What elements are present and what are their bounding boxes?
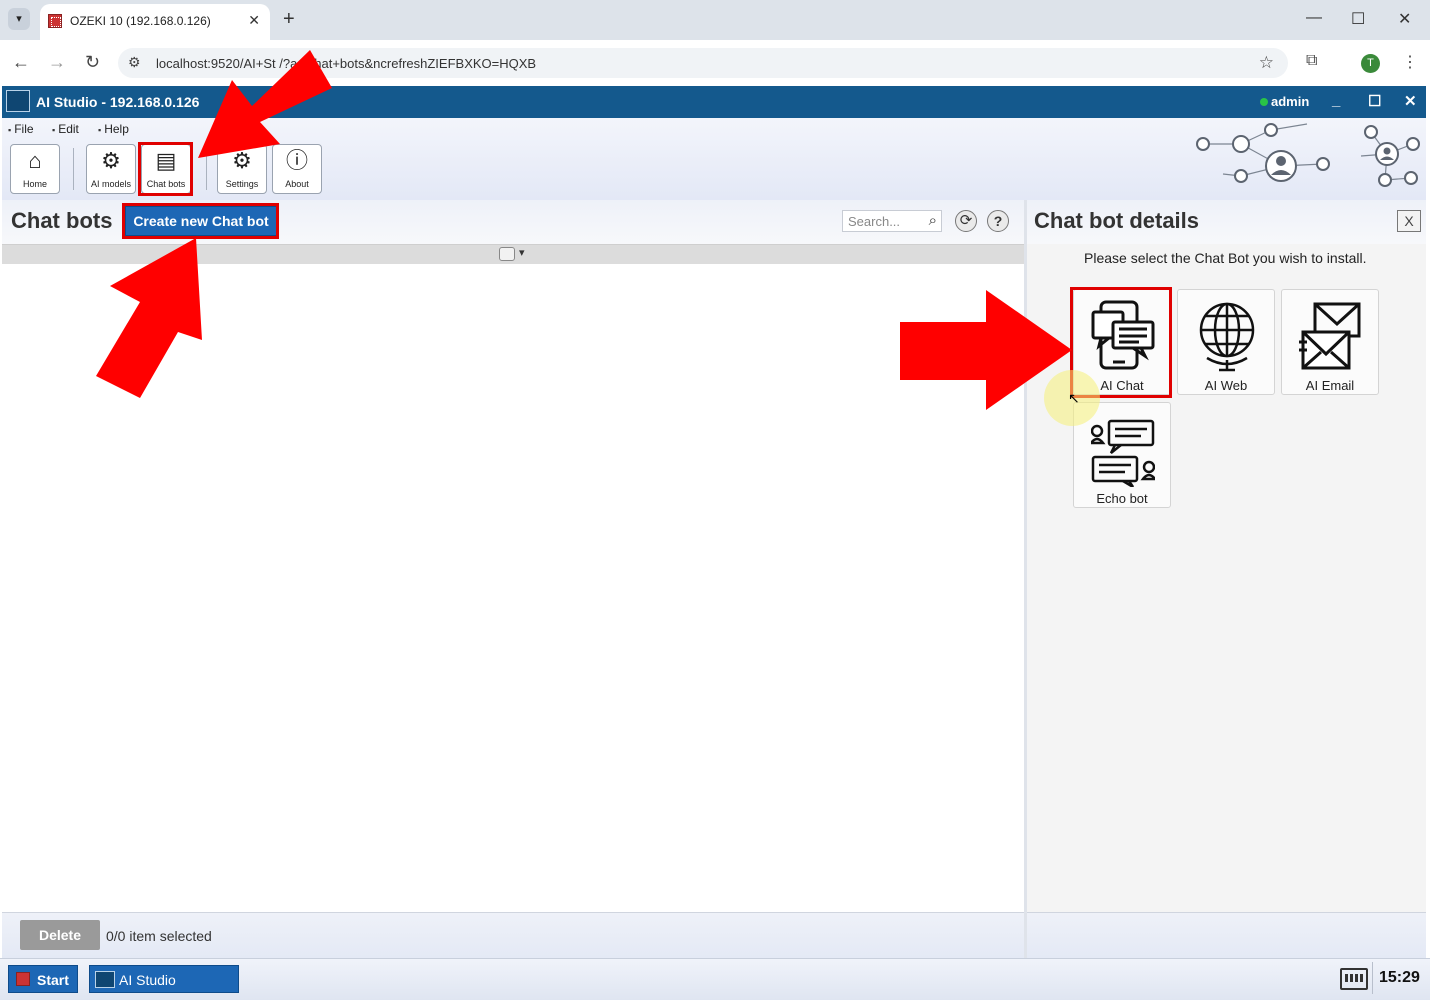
keyboard-icon[interactable] bbox=[1340, 968, 1368, 990]
profile-avatar[interactable]: T bbox=[1361, 54, 1380, 73]
reload-icon[interactable]: ↻ bbox=[85, 52, 100, 73]
clock: 15:29 bbox=[1379, 969, 1420, 986]
menu-file[interactable]: File bbox=[8, 122, 33, 136]
toolbar-about-label: About bbox=[285, 179, 309, 189]
create-button-highlight-box bbox=[122, 203, 279, 239]
bot-card-label: Echo bot bbox=[1096, 491, 1148, 506]
ai-studio-taskbar-icon bbox=[95, 971, 115, 988]
menu-edit[interactable]: Edit bbox=[52, 122, 79, 136]
toolbar-home-label: Home bbox=[22, 179, 47, 189]
site-settings-icon[interactable]: ⚙ bbox=[128, 54, 141, 71]
app-title: AI Studio - 192.168.0.126 bbox=[36, 94, 200, 110]
ozeki-logo-icon bbox=[16, 972, 30, 986]
app-close-button[interactable]: ✕ bbox=[1404, 92, 1417, 110]
chevron-down-icon[interactable]: ▾ bbox=[519, 246, 525, 259]
details-title: Chat bot details bbox=[1034, 208, 1200, 233]
search-placeholder: Search... bbox=[848, 214, 901, 229]
tab-search-chevron-icon[interactable]: ▾ bbox=[8, 8, 30, 30]
new-tab-button[interactable]: + bbox=[283, 8, 295, 31]
ai-studio-logo-icon bbox=[6, 90, 30, 112]
app-minimize-button[interactable]: _ bbox=[1332, 92, 1340, 109]
taskbar-separator bbox=[1372, 962, 1373, 994]
arrow-to-ai-chat-icon bbox=[900, 290, 1072, 410]
ozeki-favicon-icon bbox=[48, 14, 62, 28]
help-icon[interactable]: ? bbox=[987, 210, 1009, 232]
forward-arrow-icon[interactable]: → bbox=[48, 52, 66, 73]
browser-tab[interactable]: OZEKI 10 (192.168.0.126) ✕ bbox=[40, 4, 270, 40]
bot-card-ai-web[interactable]: AI Web bbox=[1177, 289, 1275, 395]
toolbar-ai-models-button[interactable]: ⚙ AI models bbox=[86, 144, 136, 194]
arrow-to-chat-bots-icon bbox=[198, 50, 332, 158]
arrow-to-create-button-icon bbox=[96, 238, 202, 398]
install-hint: Please select the Chat Bot you wish to i… bbox=[1084, 250, 1367, 266]
start-label: Start bbox=[37, 972, 69, 988]
toolbar-ai-models-label: AI models bbox=[90, 179, 132, 189]
delete-button[interactable]: Delete bbox=[20, 920, 100, 950]
window-minimize-button[interactable]: — bbox=[1306, 9, 1322, 27]
tab-title: OZEKI 10 (192.168.0.126) bbox=[70, 14, 211, 28]
browser-tab-bar: ▾ OZEKI 10 (192.168.0.126) ✕ + — ☐ ✕ bbox=[0, 0, 1430, 40]
network-people-decoration-icon bbox=[1196, 123, 1420, 187]
app-maximize-button[interactable]: ☐ bbox=[1368, 92, 1381, 110]
menu-help[interactable]: Help bbox=[98, 122, 129, 136]
selection-status: 0/0 item selected bbox=[106, 928, 212, 944]
close-details-button[interactable]: X bbox=[1397, 210, 1421, 232]
bot-card-ai-email[interactable]: AI Email bbox=[1281, 289, 1379, 395]
details-footer bbox=[1027, 912, 1426, 958]
toolbar-home-button[interactable]: ⌂ Home bbox=[10, 144, 60, 194]
window-close-button[interactable]: ✕ bbox=[1398, 9, 1411, 29]
search-icon[interactable]: ⌕ bbox=[929, 212, 937, 229]
refresh-icon[interactable]: ⟳ bbox=[955, 210, 977, 232]
home-icon: ⌂ bbox=[28, 148, 42, 173]
user-label[interactable]: admin bbox=[1271, 94, 1309, 109]
window-maximize-button[interactable]: ☐ bbox=[1351, 9, 1365, 29]
online-status-icon bbox=[1260, 98, 1268, 106]
back-arrow-icon[interactable]: ← bbox=[12, 52, 30, 73]
toolbar-settings-label: Settings bbox=[225, 179, 259, 189]
extensions-puzzle-icon[interactable]: ⧉ bbox=[1306, 52, 1317, 70]
taskbar-app-label: AI Studio bbox=[119, 972, 176, 988]
tab-close-icon[interactable]: ✕ bbox=[248, 12, 260, 29]
email-icon bbox=[1299, 302, 1361, 370]
gear-brain-icon: ⚙ bbox=[101, 148, 121, 173]
toolbar-separator bbox=[73, 148, 74, 190]
bot-card-label: AI Email bbox=[1305, 378, 1355, 393]
globe-icon bbox=[1199, 302, 1255, 372]
echo-bot-icon bbox=[1091, 419, 1155, 487]
browser-menu-icon[interactable]: ⋮ bbox=[1402, 52, 1418, 72]
start-button[interactable]: Start bbox=[8, 965, 78, 993]
page-title: Chat bots bbox=[11, 208, 113, 233]
select-all-checkbox[interactable] bbox=[499, 247, 515, 261]
search-input[interactable]: Search... ⌕ bbox=[842, 210, 942, 232]
chat-bot-details-title-bar: Chat bot details bbox=[1027, 200, 1426, 244]
bot-card-label: AI Web bbox=[1204, 378, 1248, 393]
bookmark-star-icon[interactable]: ☆ bbox=[1259, 53, 1274, 73]
chat-bots-highlight-box bbox=[138, 142, 193, 196]
taskbar-ai-studio-button[interactable]: AI Studio bbox=[89, 965, 239, 993]
